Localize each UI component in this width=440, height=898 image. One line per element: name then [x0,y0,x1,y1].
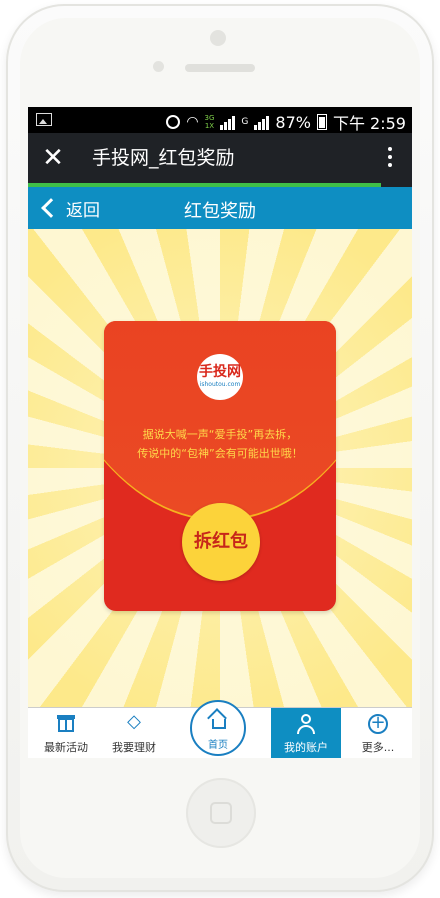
tab-label: 我的账户 [284,741,328,754]
signal-strength-2-icon [254,114,270,130]
logo-domain: ishoutou.com [199,381,241,388]
tab-label: 我要理财 [112,741,156,754]
bottom-tab-bar: 最新活动 ◇ 我要理财 首页 我的账户 + 更多... [28,700,412,758]
proximity-sensor [153,61,164,72]
signal-strength-icon [220,114,236,130]
webview-title-bar: ✕ 手投网_红包奖励 [28,133,412,183]
page-title: 红包奖励 [184,201,256,222]
network-1x-label: 1X [204,122,215,130]
envelope-message: 据说大喊一声“爱手投”再去拆， 传说中的“包神”会有可能出世哦！ [104,425,336,463]
battery-icon [316,114,327,130]
tab-my-account[interactable]: 我的账户 [271,708,341,758]
tab-more[interactable]: + 更多... [344,708,412,758]
open-red-envelope-button[interactable]: 拆红包 [182,503,260,581]
front-camera [210,30,226,46]
envelope-message-line-1: 据说大喊一声“爱手投”再去拆， [142,428,298,441]
envelope-message-line-2: 传说中的“包神”会有可能出世哦！ [137,447,303,460]
alarm-icon [166,115,181,129]
logo: 手投网 ishoutou.com [197,354,243,400]
earpiece-speaker [185,64,255,72]
gift-icon [57,714,75,732]
gallery-notification-icon [36,113,52,126]
tab-label: 首页 [208,740,228,751]
tab-latest-activities[interactable]: 最新活动 [28,708,104,758]
close-icon[interactable]: ✕ [40,145,66,171]
user-icon [296,714,316,734]
diamond-icon: ◇ [127,711,141,732]
network-type-icon: 3G 1X [205,114,215,130]
home-circle: 首页 [190,700,246,756]
page-nav-bar: 返回 红包奖励 [28,187,412,229]
more-vert-icon[interactable] [388,147,392,171]
tab-label: 更多... [361,741,395,754]
tab-label: 最新活动 [44,741,88,754]
wifi-icon: ◠ [186,114,199,130]
signal-type-label: G [241,117,249,127]
battery-percent: 87% [275,112,311,132]
webview-title: 手投网_红包奖励 [92,147,235,169]
red-envelope-flap [104,321,336,521]
logo-text: 手投网 [199,364,241,380]
plus-circle-icon: + [368,714,388,734]
tab-invest[interactable]: ◇ 我要理财 [96,708,172,758]
phone-home-button[interactable] [186,778,256,848]
screen: ◠ 3G 1X G 87% 下午 2:59 ✕ 手投网_红包奖励 返回 红包奖励… [28,107,412,758]
red-envelope: 手投网 ishoutou.com 据说大喊一声“爱手投”再去拆， 传说中的“包神… [104,321,336,611]
home-icon [207,708,227,729]
network-3g-label: 3G [204,114,215,122]
tab-home[interactable]: 首页 [180,700,260,758]
status-bar: ◠ 3G 1X G 87% 下午 2:59 [28,107,412,133]
clock: 下午 2:59 [332,114,406,133]
